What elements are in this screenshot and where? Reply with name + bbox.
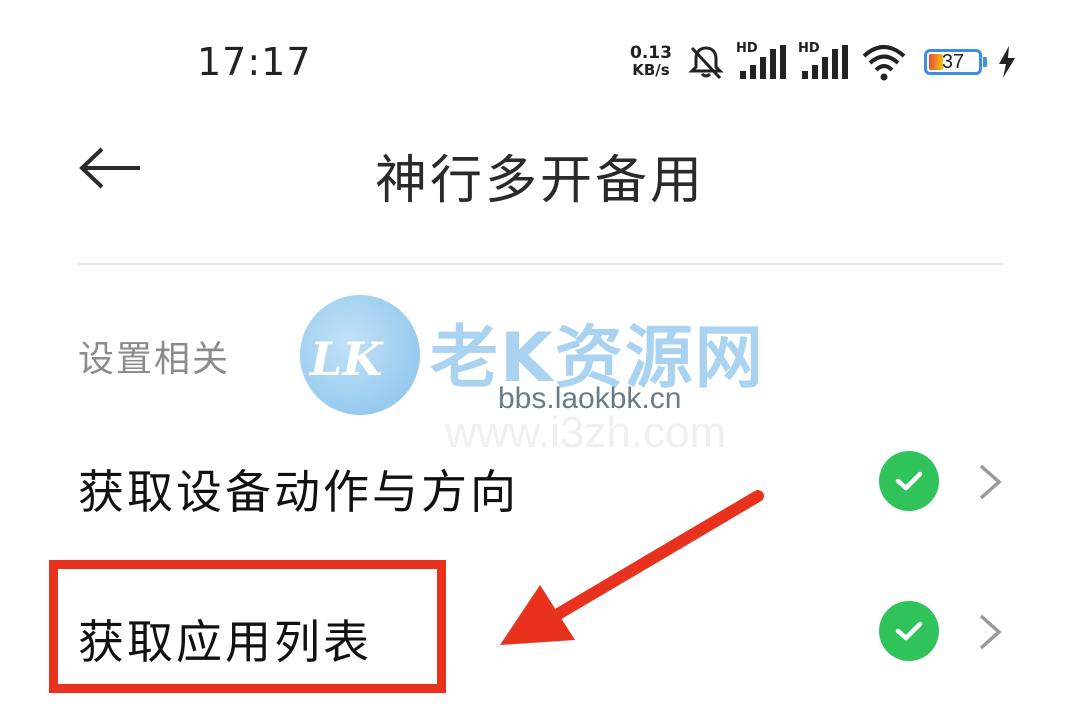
cell-signal-1-icon: HD xyxy=(736,41,788,81)
header: 神行多开备用 xyxy=(0,120,1080,220)
page-title: 神行多开备用 xyxy=(374,151,705,211)
section-label: 设置相关 xyxy=(78,339,231,380)
watermark-url: bbs.laokbk.cn xyxy=(498,382,682,415)
highlight-box xyxy=(49,560,446,693)
chevron-right-icon xyxy=(979,464,1002,500)
battery-icon: 37 xyxy=(923,49,982,75)
network-speed-unit: KB/s xyxy=(632,61,670,79)
status-time: 17:17 xyxy=(197,40,312,84)
list-item-device-motion[interactable]: 获取设备动作与方向 xyxy=(0,420,1080,550)
header-divider xyxy=(78,263,1003,265)
battery-cap xyxy=(982,57,987,67)
status-bar: 17:17 0.13 KB/s HD HD 37 xyxy=(0,0,1080,120)
watermark-logo-text: LK xyxy=(310,332,383,386)
watermark-logo xyxy=(300,295,420,415)
cell-signal-2-icon: HD xyxy=(798,41,850,81)
status-icons: 0.13 KB/s HD HD 37 xyxy=(630,40,1027,84)
lightning-icon xyxy=(997,46,1017,78)
wifi-icon xyxy=(860,42,908,82)
check-icon xyxy=(879,601,939,661)
chevron-right-icon xyxy=(979,614,1002,650)
bell-muted-icon xyxy=(686,42,726,82)
network-speed: 0.13 KB/s xyxy=(630,45,672,79)
check-icon xyxy=(879,451,939,511)
watermark-brand: 老K资源网 xyxy=(430,319,765,398)
network-speed-value: 0.13 xyxy=(630,43,672,63)
list-item-label: 获取设备动作与方向 xyxy=(78,465,519,519)
battery-level: 37 xyxy=(941,50,965,73)
